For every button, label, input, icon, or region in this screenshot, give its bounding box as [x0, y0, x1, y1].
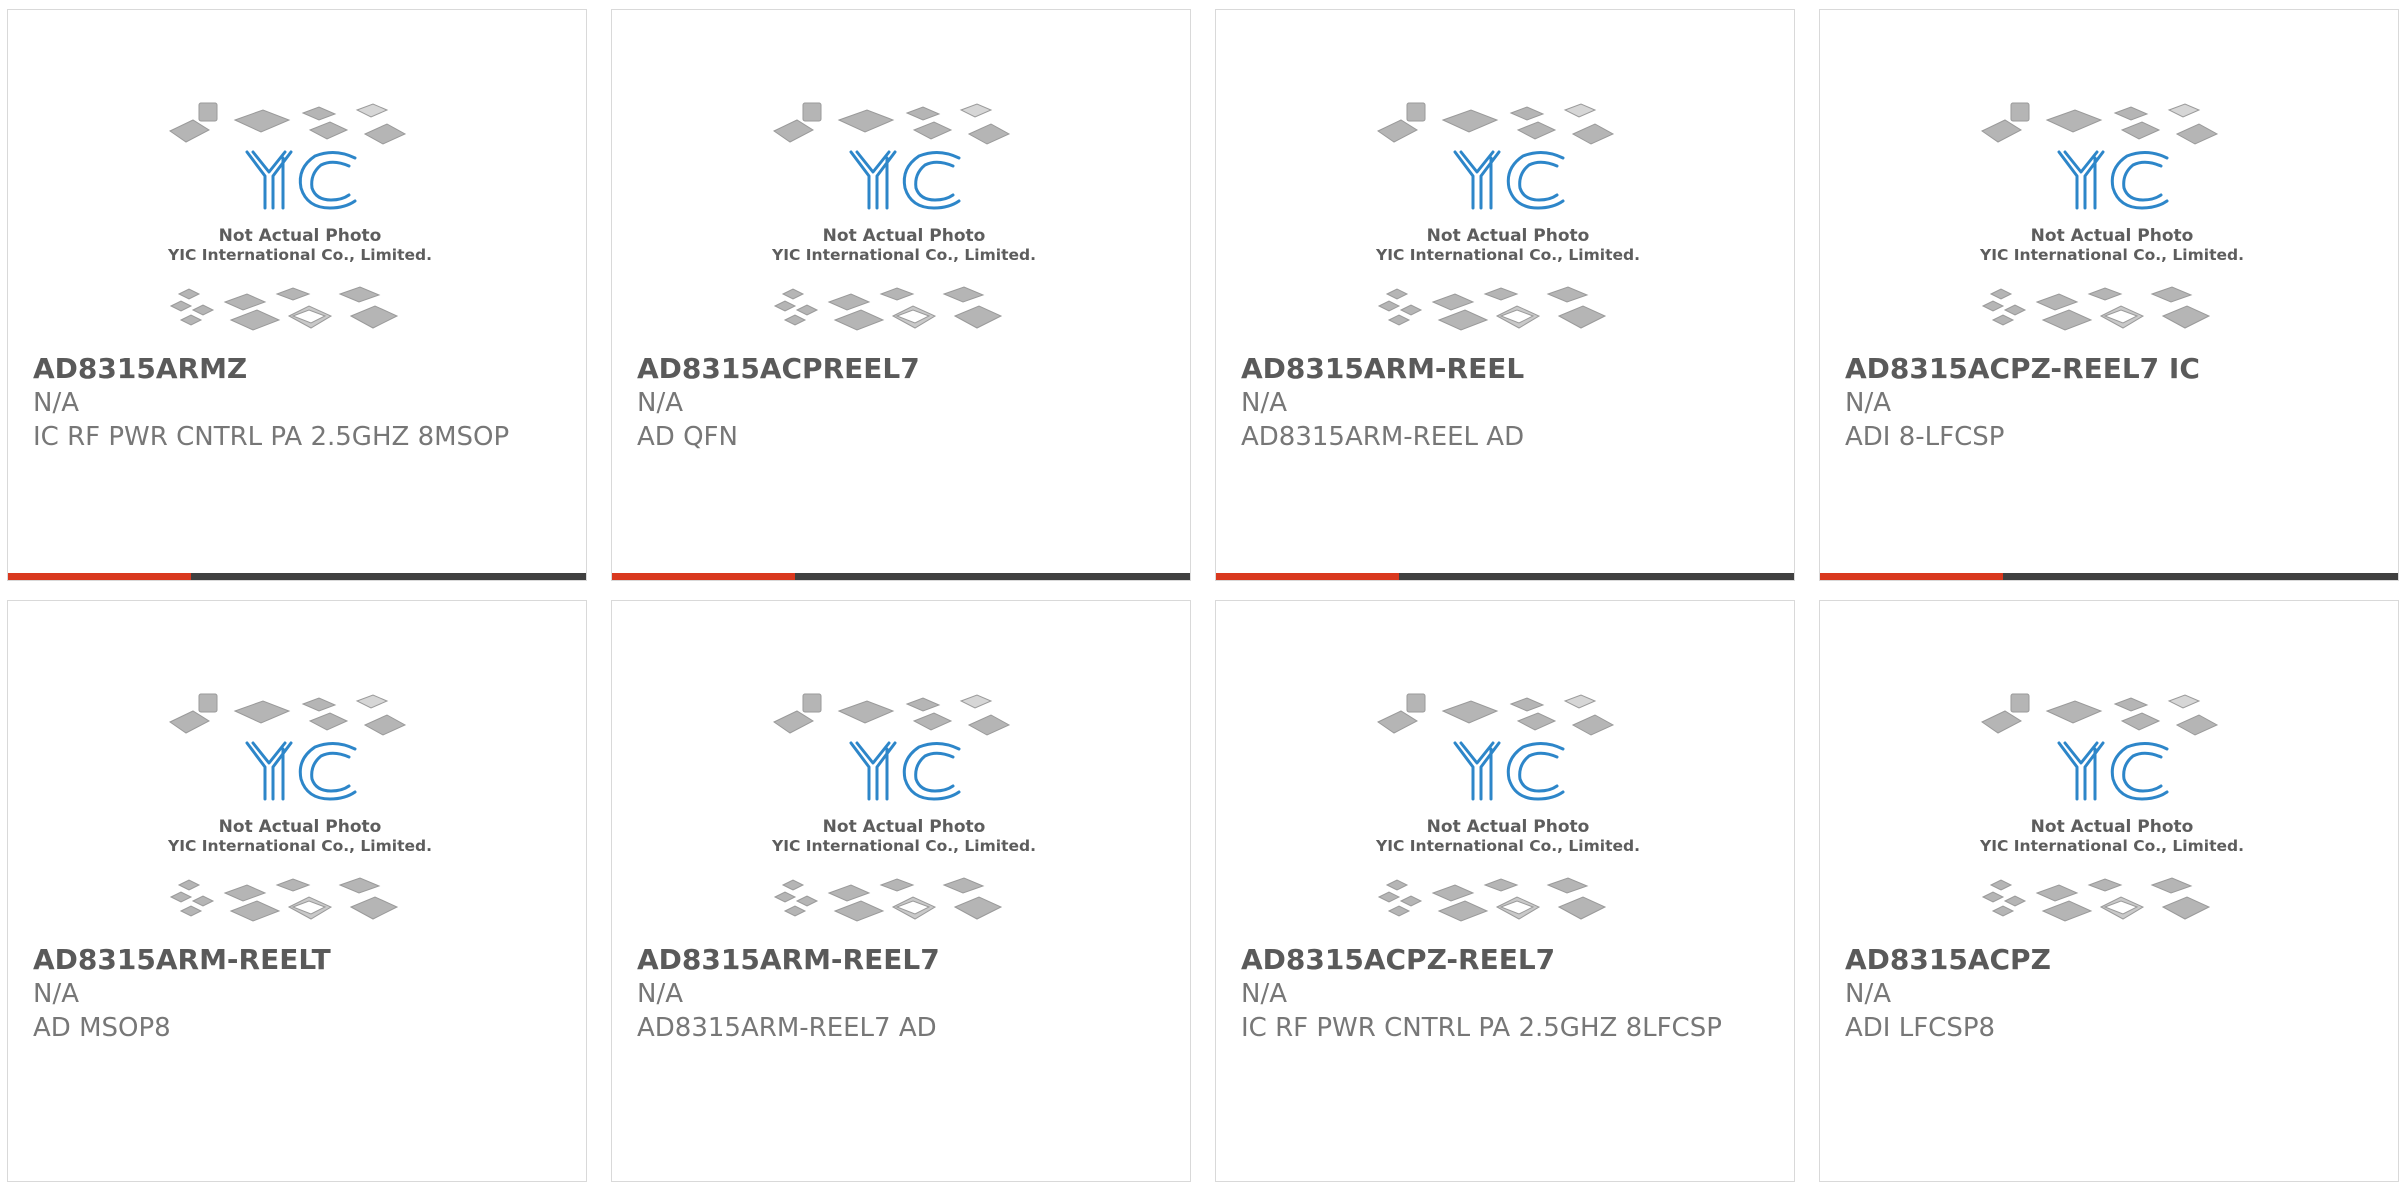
- card-accent-bar: [1216, 573, 1399, 580]
- description: ADI LFCSP8: [1845, 1013, 1996, 1043]
- placeholder-line2: YIC International Co., Limited.: [771, 837, 1036, 855]
- placeholder-line1: Not Actual Photo: [2031, 226, 2194, 246]
- description: AD QFN: [637, 422, 738, 452]
- card-accent-bar: [8, 573, 191, 580]
- placeholder-line1: Not Actual Photo: [1427, 817, 1590, 837]
- product-card[interactable]: Not Actual Photo YIC International Co., …: [7, 600, 587, 1182]
- product-placeholder-image: Not Actual Photo YIC International Co., …: [1375, 102, 1640, 331]
- card-accent-bar: [1820, 573, 2003, 580]
- product-grid-row-2: Not Actual Photo YIC International Co., …: [7, 600, 2401, 1182]
- product-card[interactable]: Not Actual Photo YIC International Co., …: [7, 9, 587, 581]
- product-placeholder-image: Not Actual Photo YIC International Co., …: [771, 102, 1036, 331]
- product-card[interactable]: Not Actual Photo YIC International Co., …: [1215, 600, 1795, 1182]
- card-accent-bar: [612, 573, 795, 580]
- part-number-link[interactable]: AD8315ACPREEL7: [637, 352, 1157, 386]
- card-footer-bar: [1820, 573, 2398, 580]
- product-placeholder-image: Not Actual Photo YIC International Co., …: [1375, 693, 1640, 922]
- product-placeholder-image: Not Actual Photo YIC International Co., …: [1979, 693, 2244, 922]
- placeholder-line2: YIC International Co., Limited.: [771, 246, 1036, 264]
- product-card[interactable]: Not Actual Photo YIC International Co., …: [1215, 9, 1795, 581]
- part-number-link[interactable]: AD8315ARM-REELT: [33, 943, 553, 977]
- product-card[interactable]: Not Actual Photo YIC International Co., …: [611, 600, 1191, 1182]
- manufacturer: N/A: [33, 388, 79, 418]
- card-footer-bar: [1216, 573, 1794, 580]
- part-number-link[interactable]: AD8315ACPZ: [1845, 943, 2365, 977]
- placeholder-line1: Not Actual Photo: [2031, 817, 2194, 837]
- placeholder-line1: Not Actual Photo: [219, 226, 382, 246]
- part-number-link[interactable]: AD8315ARMZ: [33, 352, 553, 386]
- product-grid-row-1: Not Actual Photo YIC International Co., …: [7, 9, 2401, 581]
- product-card[interactable]: Not Actual Photo YIC International Co., …: [611, 9, 1191, 581]
- placeholder-line2: YIC International Co., Limited.: [1979, 837, 2244, 855]
- placeholder-line2: YIC International Co., Limited.: [167, 837, 432, 855]
- part-number-link[interactable]: AD8315ARM-REEL7: [637, 943, 1157, 977]
- placeholder-line1: Not Actual Photo: [219, 817, 382, 837]
- product-card[interactable]: Not Actual Photo YIC International Co., …: [1819, 600, 2399, 1182]
- part-number-link[interactable]: AD8315ACPZ-REEL7 IC: [1845, 352, 2365, 386]
- placeholder-line1: Not Actual Photo: [823, 226, 986, 246]
- description: AD8315ARM-REEL7 AD: [637, 1013, 937, 1043]
- product-placeholder-image: Not Actual Photo YIC International Co., …: [771, 693, 1036, 922]
- manufacturer: N/A: [1845, 388, 1891, 418]
- card-footer-bar: [8, 573, 586, 580]
- description: IC RF PWR CNTRL PA 2.5GHZ 8MSOP: [33, 422, 510, 452]
- placeholder-line1: Not Actual Photo: [823, 817, 986, 837]
- product-placeholder-image: Not Actual Photo YIC International Co., …: [1979, 102, 2244, 331]
- manufacturer: N/A: [1845, 979, 1891, 1009]
- description: AD8315ARM-REEL AD: [1241, 422, 1525, 452]
- placeholder-line2: YIC International Co., Limited.: [1375, 837, 1640, 855]
- manufacturer: N/A: [1241, 388, 1287, 418]
- placeholder-line2: YIC International Co., Limited.: [1979, 246, 2244, 264]
- product-placeholder-image: Not Actual Photo YIC International Co., …: [167, 693, 432, 922]
- part-number-link[interactable]: AD8315ACPZ-REEL7: [1241, 943, 1761, 977]
- manufacturer: N/A: [637, 388, 683, 418]
- manufacturer: N/A: [637, 979, 683, 1009]
- product-placeholder-image: Not Actual Photo YIC International Co., …: [167, 102, 432, 331]
- manufacturer: N/A: [33, 979, 79, 1009]
- description: AD MSOP8: [33, 1013, 171, 1043]
- description: ADI 8-LFCSP: [1845, 422, 2005, 452]
- placeholder-line2: YIC International Co., Limited.: [1375, 246, 1640, 264]
- card-footer-bar: [612, 573, 1190, 580]
- manufacturer: N/A: [1241, 979, 1287, 1009]
- placeholder-line2: YIC International Co., Limited.: [167, 246, 432, 264]
- part-number-link[interactable]: AD8315ARM-REEL: [1241, 352, 1761, 386]
- description: IC RF PWR CNTRL PA 2.5GHZ 8LFCSP: [1241, 1013, 1722, 1043]
- product-card[interactable]: Not Actual Photo YIC International Co., …: [1819, 9, 2399, 581]
- placeholder-line1: Not Actual Photo: [1427, 226, 1590, 246]
